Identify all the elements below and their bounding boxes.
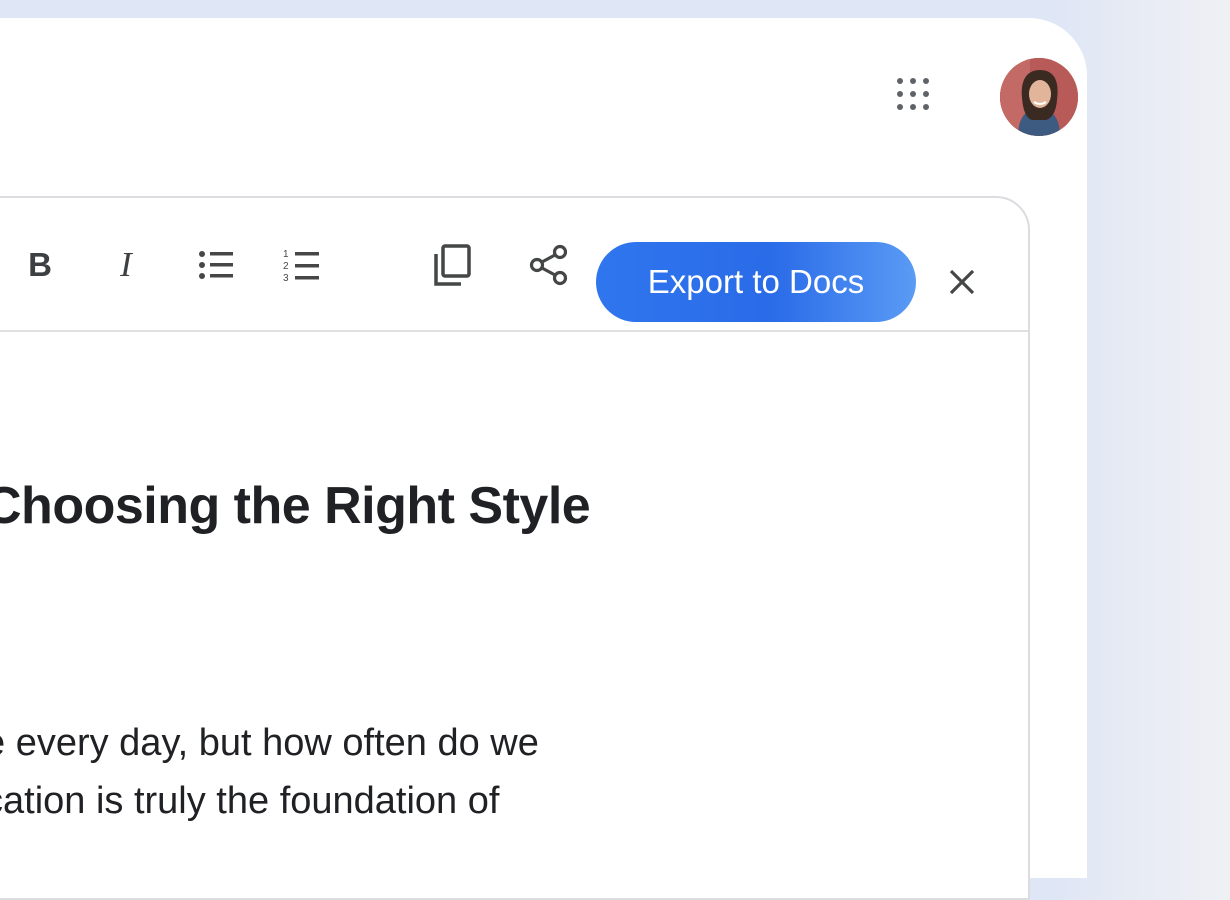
italic-button[interactable]: I	[108, 242, 144, 288]
close-icon	[949, 269, 975, 295]
body-line: e every day, but how often do we	[0, 722, 539, 764]
body-line: cation is truly the foundation of	[0, 780, 500, 822]
share-button[interactable]	[528, 242, 570, 288]
copy-button[interactable]	[432, 242, 472, 288]
editor-toolbar: B I 1 2 3 Export to Docs	[0, 198, 1028, 332]
apps-grid-icon[interactable]	[897, 78, 939, 118]
italic-label: I	[120, 245, 132, 284]
numbered-list-button[interactable]: 1 2 3	[282, 242, 322, 288]
export-to-docs-button[interactable]: Export to Docs	[596, 242, 916, 322]
document-panel: B I 1 2 3 Export to Docs Choosing the Ri…	[0, 196, 1030, 900]
bold-label: B	[28, 246, 52, 283]
bold-button[interactable]: B	[22, 242, 58, 288]
user-avatar-icon	[1000, 58, 1078, 136]
document-body[interactable]: e every day, but how often do we cation …	[0, 714, 539, 830]
bulleted-list-icon	[199, 251, 233, 279]
numbered-list-icon: 1 2 3	[283, 249, 319, 283]
svg-text:2: 2	[283, 261, 289, 272]
avatar[interactable]	[1000, 58, 1078, 136]
share-icon	[529, 244, 568, 286]
copy-icon	[434, 244, 471, 286]
svg-text:3: 3	[283, 273, 289, 283]
document-title: Choosing the Right Style	[0, 477, 591, 535]
bulleted-list-button[interactable]	[196, 242, 236, 288]
svg-text:1: 1	[283, 249, 289, 260]
close-button[interactable]	[946, 262, 978, 302]
